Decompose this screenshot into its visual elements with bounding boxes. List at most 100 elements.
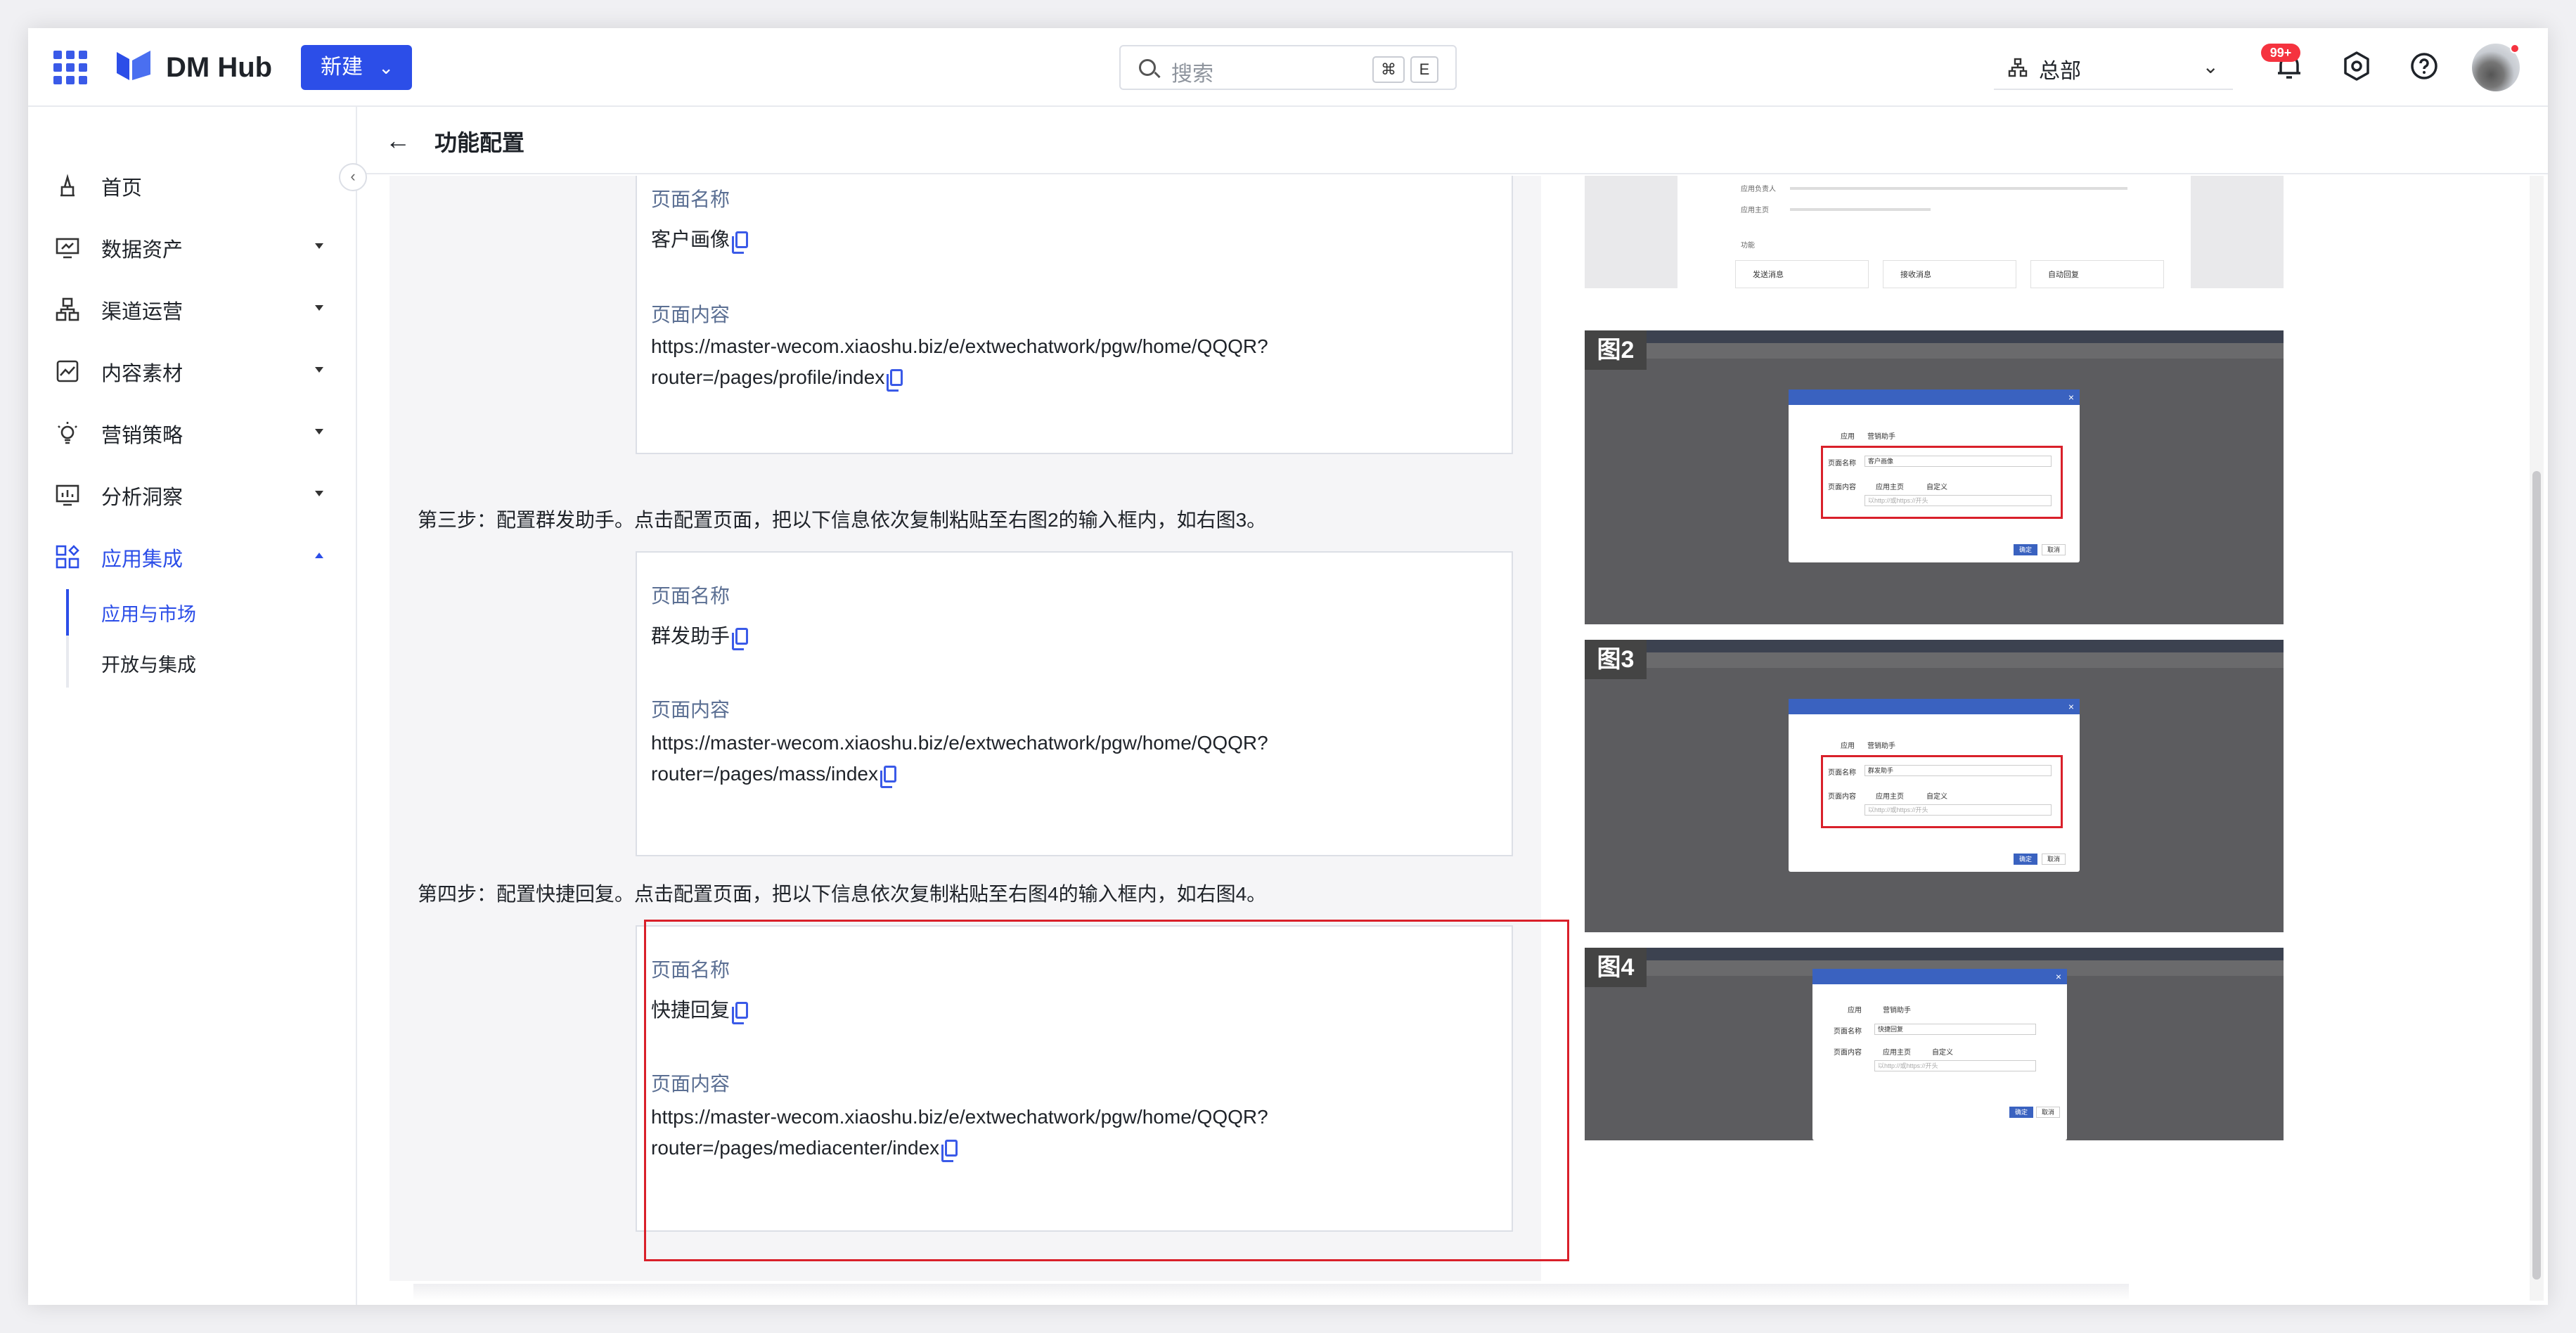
search-icon — [1139, 59, 1156, 76]
page-name-text: 群发助手 — [651, 625, 730, 647]
settings-icon[interactable] — [2340, 49, 2374, 83]
sidebar-item-strategy[interactable]: 营销策略 — [28, 404, 357, 460]
sidebar-item-label: 分析洞察 — [101, 487, 183, 509]
sidebar-item-label: 营销策略 — [101, 425, 183, 447]
page-header: ← 功能配置 — [357, 107, 2548, 174]
shortcut-key: E — [1410, 56, 1438, 83]
url-input: 以http://或https://开头 — [1874, 1060, 2036, 1071]
page-name-text: 客户画像 — [651, 228, 730, 250]
sidebar: 首页 数据资产 渠道运营 内容素材 营销策略 分析洞察 应用集成 应用与市场 开… — [28, 107, 357, 1305]
dialog-header — [1789, 389, 2080, 405]
figure-3-tag: 图3 — [1585, 640, 1647, 679]
help-icon[interactable] — [2407, 49, 2441, 83]
ok-button: 确定 — [2014, 544, 2037, 555]
copy-icon[interactable] — [732, 231, 749, 254]
cancel-button: 取消 — [2042, 544, 2066, 555]
caret-up-icon — [315, 553, 323, 558]
notification-badge: 99+ — [2261, 44, 2300, 62]
cancel-button: 取消 — [2036, 1107, 2060, 1118]
sidebar-item-analytics[interactable]: 分析洞察 — [28, 465, 357, 522]
sidebar-item-app-integration[interactable]: 应用集成 — [28, 527, 357, 584]
sidebar-item-label: 首页 — [101, 177, 143, 200]
page-content-line1: https://master-wecom.xiaoshu.biz/e/extwe… — [651, 732, 1268, 754]
page-name-value: 客户画像 — [651, 224, 749, 256]
close-icon: × — [2068, 701, 2074, 712]
copy-icon[interactable] — [732, 628, 749, 650]
option-custom: 自定义 — [1926, 484, 1947, 491]
search-placeholder: 搜索 — [1171, 63, 1213, 86]
option-home: 应用主页 — [1876, 484, 1904, 491]
figure-2-screenshot: 图2 × 应用 营销助手 页面名称 客户画像 页面内容 应用主页 自定义 以ht… — [1585, 330, 2284, 624]
name-input: 客户画像 — [1865, 456, 2052, 467]
figure-2-tag: 图2 — [1585, 330, 1647, 370]
figure-1-page: 应用负责人 应用主页 功能 发送消息 接收消息 自动回复 — [1677, 176, 2191, 288]
back-arrow-icon[interactable]: ← — [385, 128, 411, 153]
page-content-path: router=/pages/profile/index — [651, 366, 885, 388]
url-input: 以http://或https://开头 — [1865, 804, 2052, 816]
figure-4-tag: 图4 — [1585, 948, 1647, 987]
page-title: 功能配置 — [434, 130, 525, 155]
figure-3-screenshot: 图3 × 应用 营销助手 页面名称 群发助手 页面内容 应用主页 自定义 以ht… — [1585, 640, 2284, 932]
step3-instruction: 第三步：配置群发助手。点击配置页面，把以下信息依次复制粘贴至右图2的输入框内，如… — [418, 509, 1267, 531]
strategy-icon — [58, 422, 77, 444]
figure-3-dialog: × 应用 营销助手 页面名称 群发助手 页面内容 应用主页 自定义 以http:… — [1789, 699, 2080, 872]
collapse-sidebar-button[interactable]: ‹ — [339, 163, 367, 191]
copy-icon[interactable] — [880, 766, 896, 788]
close-icon: × — [2068, 392, 2074, 403]
caret-down-icon — [315, 491, 323, 496]
shortcut-mod-key: ⌘ — [1372, 56, 1405, 83]
option-custom: 自定义 — [1932, 1049, 1953, 1057]
department-name: 总部 — [2039, 60, 2081, 83]
main-content: 页面名称 客户画像 页面内容 https://master-wecom.xiao… — [357, 176, 2548, 1305]
scrollbar-thumb[interactable] — [2532, 471, 2541, 1280]
content-label: 页面内容 — [1834, 1049, 1862, 1057]
instructions-panel: 页面名称 客户画像 页面内容 https://master-wecom.xiao… — [389, 176, 1569, 1281]
global-search[interactable]: 搜索 ⌘ E — [1119, 45, 1457, 90]
new-button[interactable]: 新建 ⌄ — [301, 45, 412, 90]
name-label: 页面名称 — [1834, 1028, 1862, 1036]
figure-1-screenshot: 应用负责人 应用主页 功能 发送消息 接收消息 自动回复 — [1585, 176, 2284, 288]
sidebar-item-label: 应用集成 — [101, 548, 183, 571]
page-content-line2: router=/pages/mass/index — [651, 758, 896, 790]
sidebar-item-channel[interactable]: 渠道运营 — [28, 280, 357, 336]
sidebar-subitem-open-integration[interactable]: 开放与集成 — [101, 650, 196, 677]
caret-down-icon — [315, 305, 323, 311]
panel-bottom-shadow — [413, 1284, 2129, 1301]
page-name-key: 页面名称 — [651, 188, 730, 210]
sidebar-item-content[interactable]: 内容素材 — [28, 342, 357, 398]
organization-icon — [2008, 58, 2028, 77]
app-name: 营销助手 — [1883, 1007, 1911, 1015]
copy-icon[interactable] — [887, 369, 903, 392]
ok-button: 确定 — [2009, 1107, 2033, 1118]
figure-4-screenshot: 图4 × 应用 营销助手 页面名称 快捷回复 页面内容 应用主页 自定义 以ht… — [1585, 948, 2284, 1140]
option-home: 应用主页 — [1876, 793, 1904, 801]
content-icon — [56, 360, 79, 382]
sidebar-item-data-assets[interactable]: 数据资产 — [28, 218, 357, 274]
content-label: 页面内容 — [1828, 793, 1856, 801]
app-label: 应用 — [1841, 433, 1855, 441]
home-icon — [60, 174, 75, 197]
data-asset-icon — [56, 238, 79, 259]
user-avatar[interactable] — [2472, 44, 2520, 91]
sidebar-item-home[interactable]: 首页 — [28, 156, 357, 212]
page-content-key: 页面内容 — [651, 304, 730, 326]
app-label: 应用 — [1848, 1007, 1862, 1015]
app-label: 应用 — [1841, 742, 1855, 750]
department-selector[interactable]: 总部 ⌄ — [1994, 46, 2233, 90]
content-label: 页面内容 — [1828, 484, 1856, 491]
app-launcher-icon[interactable] — [53, 51, 87, 84]
figure-1-row2-value — [1790, 208, 1931, 211]
figure-1-row2-key: 应用主页 — [1741, 207, 1769, 214]
page-name-key: 页面名称 — [651, 585, 730, 607]
figure-1-row1-key: 应用负责人 — [1741, 186, 1776, 193]
brand-name: DM Hub — [166, 52, 273, 83]
figure-2-dialog: × 应用 营销助手 页面名称 客户画像 页面内容 应用主页 自定义 以http:… — [1789, 389, 2080, 562]
figure-1-send-button: 发送消息 — [1735, 260, 1869, 288]
figure-tab-strip — [1647, 652, 2284, 668]
name-input: 快捷回复 — [1874, 1024, 2036, 1035]
chevron-down-icon: ⌄ — [2202, 56, 2219, 77]
top-bar: DM Hub 新建 ⌄ 搜索 ⌘ E 总部 ⌄ 99+ — [28, 28, 2548, 107]
sidebar-subitem-app-market[interactable]: 应用与市场 — [101, 599, 196, 626]
page-content-path: router=/pages/mass/index — [651, 763, 878, 785]
page-content-line2: router=/pages/profile/index — [651, 361, 903, 394]
